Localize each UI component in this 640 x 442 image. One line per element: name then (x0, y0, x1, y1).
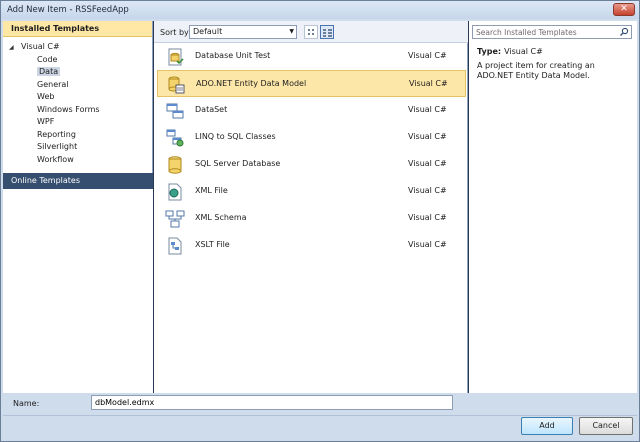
xml-schema-icon (165, 210, 185, 228)
online-templates-header[interactable]: Online Templates (3, 173, 153, 189)
template-tree: ◢ Visual C# Code Data General Web Windows… (3, 37, 152, 166)
template-item-database-unit-test[interactable]: Database Unit Test Visual C# (157, 43, 466, 70)
search-templates-box[interactable] (472, 25, 632, 39)
template-details-pane: Type:Visual C# A project item for creati… (469, 21, 637, 393)
tree-item-windows-forms[interactable]: Windows Forms (3, 104, 152, 117)
template-item-sql-server-database[interactable]: SQL Server Database Visual C# (157, 151, 466, 178)
template-language: Visual C# (408, 51, 447, 60)
name-field[interactable] (91, 395, 453, 410)
tree-item-reporting[interactable]: Reporting (3, 129, 152, 142)
tree-item-label: Windows Forms (37, 104, 100, 114)
tree-item-code[interactable]: Code (3, 54, 152, 67)
tree-item-label: General (37, 79, 69, 89)
tree-empty-area (3, 189, 153, 393)
add-button[interactable]: Add (521, 417, 573, 435)
template-item-xml-file[interactable]: XML File Visual C# (157, 178, 466, 205)
template-name: LINQ to SQL Classes (195, 132, 276, 141)
template-name: XSLT File (195, 240, 230, 249)
close-button[interactable]: ✕ (613, 3, 635, 16)
sql-database-icon (168, 156, 182, 174)
add-new-item-dialog: Add New Item - RSSFeedApp ✕ Installed Te… (0, 0, 640, 442)
database-unit-test-icon (168, 48, 184, 66)
tree-item-label: Web (37, 92, 55, 101)
chevron-down-icon: ▼ (289, 28, 294, 35)
xslt-file-icon (168, 237, 182, 255)
tree-item-label: Data (37, 67, 61, 76)
templates-tree-pane: Installed Templates ◢ Visual C# Code Data… (3, 21, 153, 393)
tree-item-label: Code (37, 54, 58, 64)
type-label: Type: (477, 47, 502, 56)
tree-item-label: Silverlight (37, 142, 78, 151)
tree-item-wpf[interactable]: WPF (3, 116, 152, 129)
template-description: A project item for creating an ADO.NET E… (477, 61, 595, 80)
title-bar[interactable]: Add New Item - RSSFeedApp ✕ (1, 1, 639, 19)
xml-file-icon (168, 183, 182, 201)
sort-by-value: Default (193, 27, 223, 36)
template-language: Visual C# (408, 132, 447, 141)
tree-item-web[interactable]: Web (3, 91, 152, 104)
dialog-footer: Name: Add Cancel (3, 393, 637, 439)
dialog-client: Installed Templates ◢ Visual C# Code Data… (3, 21, 637, 439)
entity-data-model-icon (168, 76, 185, 94)
expand-arrow-icon[interactable]: ◢ (9, 42, 21, 55)
type-value: Visual C# (504, 47, 543, 56)
template-language: Visual C# (408, 213, 447, 222)
tree-item-label: Reporting (37, 129, 76, 139)
list-view-button[interactable] (320, 25, 334, 39)
template-item-dataset[interactable]: DataSet Visual C# (157, 97, 466, 124)
template-name: Database Unit Test (195, 51, 271, 60)
template-item-ado-net-entity-data-model[interactable]: ADO.NET Entity Data Model Visual C# (157, 70, 466, 97)
dataset-icon (166, 103, 184, 119)
tree-item-silverlight[interactable]: Silverlight (3, 141, 152, 154)
sort-toolbar: Sort by: Default ▼ (154, 21, 468, 43)
template-name: SQL Server Database (195, 159, 281, 168)
tree-item-workflow[interactable]: Workflow (3, 154, 152, 167)
template-name: ADO.NET Entity Data Model (196, 79, 307, 88)
template-language: Visual C# (408, 240, 447, 249)
tree-item-label: Visual C# (21, 42, 60, 51)
template-language: Visual C# (408, 159, 447, 168)
template-language: Visual C# (409, 79, 448, 88)
tree-item-visual-csharp[interactable]: ◢ Visual C# (3, 41, 152, 54)
template-item-linq-to-sql-classes[interactable]: LINQ to SQL Classes Visual C# (157, 124, 466, 151)
template-name: XML Schema (195, 213, 247, 222)
window-title: Add New Item - RSSFeedApp (7, 5, 129, 15)
linq-to-sql-icon (166, 129, 184, 147)
template-language: Visual C# (408, 186, 447, 195)
template-name: DataSet (195, 105, 228, 114)
tree-item-general[interactable]: General (3, 79, 152, 92)
template-name: XML File (195, 186, 228, 195)
template-language: Visual C# (408, 105, 447, 114)
tree-item-label: WPF (37, 117, 55, 126)
sort-by-label: Sort by: (160, 28, 191, 37)
sort-by-dropdown[interactable]: Default ▼ (189, 25, 297, 39)
search-icon[interactable] (619, 27, 629, 37)
installed-templates-header[interactable]: Installed Templates (3, 21, 152, 37)
tree-item-label: Workflow (37, 154, 74, 164)
template-item-xslt-file[interactable]: XSLT File Visual C# (157, 232, 466, 259)
template-list-pane: Sort by: Default ▼ Database Unit Test Vi… (154, 21, 468, 393)
search-templates-input[interactable] (473, 26, 617, 38)
template-item-xml-schema[interactable]: XML Schema Visual C# (157, 205, 466, 232)
cancel-button[interactable]: Cancel (579, 417, 633, 435)
template-type-line: Type: Visual C# (477, 47, 543, 56)
name-label: Name: (13, 399, 40, 408)
footer-divider (3, 415, 637, 416)
tree-item-data[interactable]: Data (3, 66, 152, 79)
name-input[interactable] (92, 396, 448, 409)
small-icons-view-button[interactable] (304, 25, 318, 39)
